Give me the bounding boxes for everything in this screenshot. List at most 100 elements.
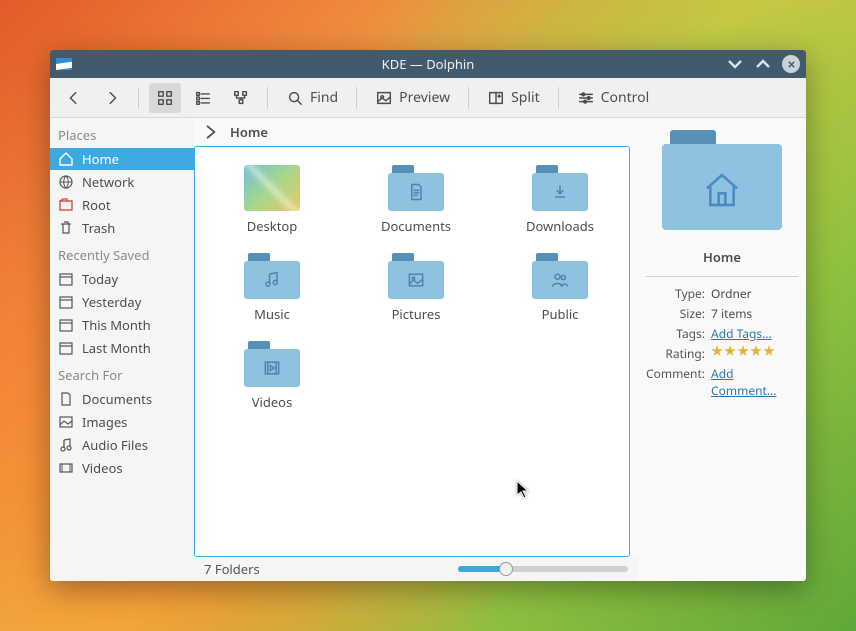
search-header: Search For: [50, 360, 194, 388]
sidebar-item-trash[interactable]: Trash: [50, 217, 194, 239]
separator: [646, 276, 798, 277]
info-size-value: 7 items: [711, 305, 798, 322]
titlebar: KDE — Dolphin: [50, 50, 806, 78]
file-view[interactable]: Desktop Documents Downloads Music Pictures Pu…: [194, 146, 630, 557]
folder-icon: [244, 341, 300, 387]
maximize-button[interactable]: [754, 55, 772, 73]
minimize-button[interactable]: [726, 55, 744, 73]
sidebar-item-label: Network: [82, 173, 134, 191]
sidebar-item-label: Videos: [82, 459, 123, 477]
sidebar-item-videos[interactable]: Videos: [50, 457, 194, 479]
split-label: Split: [511, 88, 540, 107]
calendar-icon: [58, 317, 74, 333]
calendar-icon: [58, 340, 74, 356]
preview-icon: [375, 89, 393, 107]
find-button[interactable]: Find: [278, 83, 346, 113]
sidebar-item-label: Last Month: [82, 339, 151, 357]
info-rating-key: Rating:: [646, 345, 705, 362]
folder-label: Documents: [381, 217, 451, 235]
trash-icon: [58, 220, 74, 236]
icon-view-button[interactable]: [149, 83, 181, 113]
folder-music[interactable]: Music: [203, 247, 341, 329]
close-button[interactable]: [782, 55, 800, 73]
sidebar-item-label: Yesterday: [82, 293, 141, 311]
calendar-icon: [58, 271, 74, 287]
audio-icon: [58, 437, 74, 453]
sidebar-item-label: Root: [82, 196, 111, 214]
folder-icon: [532, 253, 588, 299]
statusbar: 7 Folders: [194, 557, 638, 581]
info-panel: Home Type: Ordner Size: 7 items Tags: Ad…: [638, 118, 806, 581]
sidebar-item-label: Audio Files: [82, 436, 148, 454]
folder-pictures[interactable]: Pictures: [347, 247, 485, 329]
home-icon: [58, 151, 74, 167]
details-view-button[interactable]: [225, 83, 257, 113]
sidebar-item-images[interactable]: Images: [50, 411, 194, 433]
folder-videos[interactable]: Videos: [203, 335, 341, 417]
forward-button[interactable]: [96, 83, 128, 113]
breadcrumb[interactable]: Home: [194, 118, 638, 146]
split-button[interactable]: Split: [479, 83, 548, 113]
preview-button[interactable]: Preview: [367, 83, 458, 113]
folder-desktop[interactable]: Desktop: [203, 159, 341, 241]
rating-stars[interactable]: [711, 345, 798, 357]
separator: [558, 87, 559, 109]
grid-icon: [156, 89, 174, 107]
zoom-slider[interactable]: [458, 566, 628, 572]
desktop-icon: [244, 165, 300, 211]
document-icon: [58, 391, 74, 407]
calendar-icon: [58, 294, 74, 310]
add-comment-link[interactable]: Add Comment...: [711, 365, 776, 399]
control-label: Control: [601, 88, 650, 107]
sidebar-item-today[interactable]: Today: [50, 268, 194, 290]
sidebar-item-documents[interactable]: Documents: [50, 388, 194, 410]
sidebar-item-yesterday[interactable]: Yesterday: [50, 291, 194, 313]
sidebar-item-label: Today: [82, 270, 118, 288]
back-button[interactable]: [58, 83, 90, 113]
folder-public[interactable]: Public: [491, 247, 629, 329]
places-header: Places: [50, 120, 194, 148]
folder-label: Public: [542, 305, 579, 323]
folder-label: Pictures: [392, 305, 441, 323]
folder-icon: [244, 253, 300, 299]
sidebar-item-label: Images: [82, 413, 127, 431]
zoom-thumb[interactable]: [499, 562, 513, 576]
sidebar-item-label: Documents: [82, 390, 152, 408]
folder-label: Desktop: [247, 217, 298, 235]
add-tags-link[interactable]: Add Tags...: [711, 325, 772, 342]
network-icon: [58, 174, 74, 190]
status-text: 7 Folders: [204, 560, 260, 578]
info-type-value: Ordner: [711, 285, 798, 302]
breadcrumb-item: Home: [230, 123, 268, 141]
sidebar-item-root[interactable]: Root: [50, 194, 194, 216]
compact-view-button[interactable]: [187, 83, 219, 113]
folder-downloads[interactable]: Downloads: [491, 159, 629, 241]
find-label: Find: [310, 88, 338, 107]
sidebar-item-network[interactable]: Network: [50, 171, 194, 193]
list-compact-icon: [194, 89, 212, 107]
info-name: Home: [703, 248, 741, 266]
sidebar-item-label: This Month: [82, 316, 151, 334]
preview-label: Preview: [399, 88, 450, 107]
root-icon: [58, 197, 74, 213]
info-folder-icon: [662, 130, 782, 230]
folder-label: Videos: [252, 393, 293, 411]
info-size-key: Size:: [646, 305, 705, 322]
arrow-right-icon: [103, 89, 121, 107]
sidebar-item-home[interactable]: Home: [50, 148, 194, 170]
search-icon: [286, 89, 304, 107]
window-title: KDE — Dolphin: [50, 55, 806, 73]
folder-icon: [532, 165, 588, 211]
separator: [267, 87, 268, 109]
folder-icon: [388, 165, 444, 211]
folder-label: Downloads: [526, 217, 594, 235]
recent-header: Recently Saved: [50, 240, 194, 268]
folder-documents[interactable]: Documents: [347, 159, 485, 241]
tree-icon: [232, 89, 250, 107]
separator: [356, 87, 357, 109]
sidebar-item-last-month[interactable]: Last Month: [50, 337, 194, 359]
folder-icon: [388, 253, 444, 299]
sidebar-item-this-month[interactable]: This Month: [50, 314, 194, 336]
sidebar-item-audio[interactable]: Audio Files: [50, 434, 194, 456]
control-button[interactable]: Control: [569, 83, 658, 113]
